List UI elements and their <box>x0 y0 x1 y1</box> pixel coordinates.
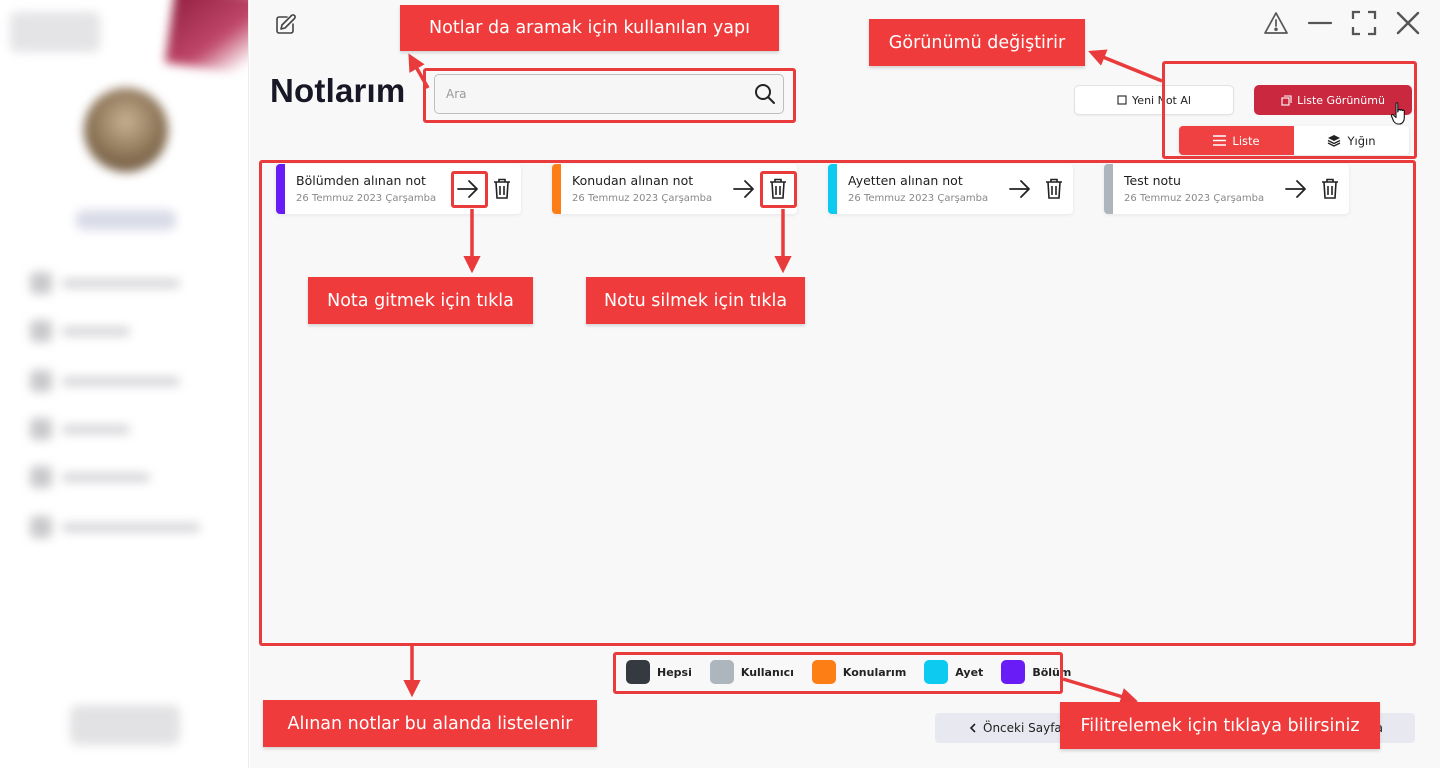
previous-page-label: Önceki Sayfa <box>983 721 1062 735</box>
sidebar-item[interactable] <box>30 466 150 488</box>
sidebar-item[interactable] <box>30 516 200 538</box>
note-icon <box>1117 95 1127 105</box>
annotation-go: Nota gitmek için tıkla <box>308 277 533 324</box>
sidebar-corner-decoration <box>164 0 248 77</box>
sidebar-item[interactable] <box>30 320 130 342</box>
annotation-box-list <box>259 160 1416 646</box>
annotation-filter: Filitrelemek için tıklaya bilirsiniz <box>1060 702 1380 749</box>
minimize-icon[interactable] <box>1305 8 1335 38</box>
annotation-box-view <box>1162 61 1417 159</box>
sidebar-item[interactable] <box>30 272 180 294</box>
sidebar-blurred-content <box>0 0 248 768</box>
annotation-delete: Notu silmek için tıkla <box>586 277 805 324</box>
sidebar-item[interactable] <box>30 370 180 392</box>
sidebar-logo <box>10 12 100 52</box>
annotation-box-delete <box>760 171 797 208</box>
user-name <box>76 210 176 230</box>
annotation-list-area: Alınan notlar bu alanda listelenir <box>263 700 597 747</box>
warning-icon[interactable] <box>1261 8 1291 38</box>
annotation-box-search <box>423 68 796 123</box>
annotation-view: Görünümü değiştirir <box>869 19 1085 66</box>
sidebar-item[interactable] <box>30 418 130 440</box>
avatar[interactable] <box>84 88 168 172</box>
previous-page-button[interactable]: Önceki Sayfa <box>935 713 1075 743</box>
fullscreen-icon[interactable] <box>1349 8 1379 38</box>
page-title: Notlarım <box>270 72 406 109</box>
sidebar <box>0 0 249 768</box>
close-icon[interactable] <box>1393 8 1423 38</box>
annotation-box-go <box>451 171 488 208</box>
annotation-box-filter <box>613 652 1063 694</box>
chevron-left-icon <box>969 723 976 733</box>
annotation-search: Notlar da aramak için kullanılan yapı <box>400 5 779 51</box>
edit-note-icon[interactable] <box>270 10 300 40</box>
sidebar-footer <box>70 705 180 745</box>
